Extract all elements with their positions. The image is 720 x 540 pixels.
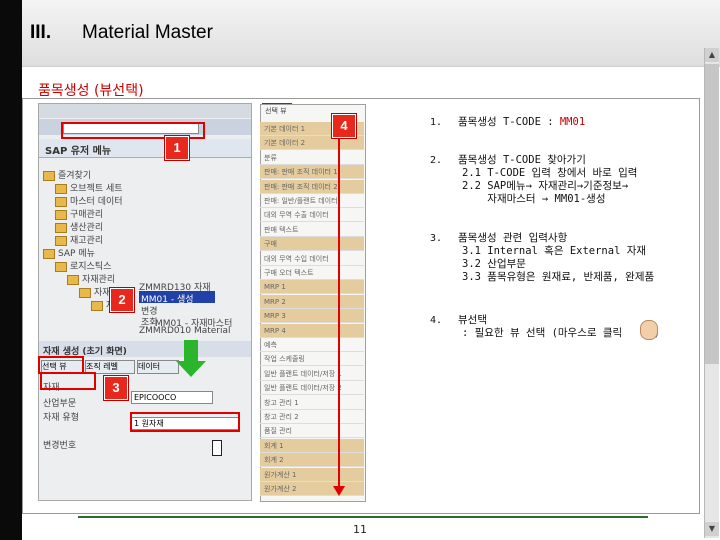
scroll-down-arrow-line [338,118,340,490]
view-list-item[interactable]: MRP 2 [260,294,364,309]
instruction-line: 2.2 SAP메뉴→ 자재관리→기준정보→ [462,180,629,192]
tree-item[interactable]: 구매관리 [55,207,103,220]
view-list-item[interactable]: 판매: 판매 조직 데이터 2 [260,179,364,194]
folder-icon [55,235,67,246]
instruction-line: 3.2 산업부문 [462,258,526,270]
instruction-line: 품목생성 관련 입력사항 [458,232,568,244]
tree-item[interactable]: 로지스틱스 [55,259,111,272]
view-list-item[interactable]: 구매 오더 텍스트 [260,266,364,280]
sap-screen-title: SAP 유저 메뉴 [45,146,112,157]
folder-icon [91,300,103,311]
step-badge-3: 3 [104,376,128,400]
view-list-item[interactable]: 판매: 판매 조직 데이터 1 [260,165,364,180]
view-list-item[interactable]: 회계 1 [260,438,364,453]
select-view-button-highlight [40,372,96,390]
view-list-item[interactable]: 일반 플랜트 데이터/저장 2 [260,381,364,396]
mouse-cursor-icon [212,440,222,456]
view-list-item[interactable]: 작업 스케줄링 [260,352,364,367]
instruction-line: 품목생성 T-CODE : MM01 [458,116,586,128]
folder-icon [43,248,55,259]
step-badge-4: 4 [332,114,356,138]
view-list-item[interactable]: 판매: 일반/플랜트 데이터 [260,194,364,208]
scroll-thumb[interactable] [705,64,719,364]
instruction-line: 3.3 품목유형은 원재료, 반제품, 완제품 [462,271,655,283]
folder-icon [55,222,67,233]
tree-item[interactable]: SAP 메뉴 [43,246,95,259]
view-list-item[interactable]: 원가계산 1 [260,467,364,482]
transaction-item[interactable]: ZMMRD010 Material [139,326,231,336]
tree-item[interactable]: 마스터 데이터 [55,194,123,207]
page-number: 11 [353,523,367,536]
instruction-line: 2.1 T-CODE 입력 창에서 바로 입력 [462,167,638,179]
tree-item[interactable]: 생산관리 [55,220,103,233]
view-list-item[interactable]: 대외 무역 수출 데이터 [260,208,364,223]
left-accent-stripe [0,0,22,540]
vertical-scrollbar[interactable]: ▲ ▼ [704,48,719,538]
hand-click-icon [640,320,658,340]
instruction-number: 3. [430,233,443,244]
instruction-list: 1. 품목생성 T-CODE : MM01 2. 품목생성 T-CODE 찾아가… [430,106,700,346]
view-list-header-chip: 선택 뷰 [265,107,287,115]
step-badge-1: 1 [165,136,189,160]
instruction-number: 2. [430,155,443,166]
view-list-item[interactable]: 대외 무역 수입 데이터 [260,252,364,266]
instruction-line: 뷰선택 [458,314,487,326]
green-arrow-shaft [184,340,198,362]
folder-icon [43,170,55,181]
scroll-down-arrow-head-icon [333,486,345,496]
view-list-item[interactable]: 판매 텍스트 [260,223,364,237]
view-list-item[interactable]: MRP 1 [260,280,364,295]
slide-subtitle: 품목생성 (뷰선택) [38,83,144,99]
material-type-highlight [130,412,240,432]
tree-item[interactable]: 오브젝트 세트 [55,181,123,194]
folder-icon [55,261,67,272]
scroll-down-icon[interactable]: ▼ [705,522,719,536]
section-title: Material Master [82,22,213,43]
tab-data[interactable]: 데이터 [137,360,179,374]
material-field[interactable]: EPICOOCO [131,391,213,404]
view-list-item[interactable]: 예측 [260,338,364,352]
field-label: 변경번호 [43,441,77,451]
view-list-item[interactable]: 회계 2 [260,453,364,468]
sap-menubar[interactable] [39,104,251,118]
footer-line [78,516,648,518]
tree-item[interactable]: 즐겨찾기 [43,168,91,181]
tree-item[interactable]: 재고관리 [55,233,103,246]
folder-icon [55,183,67,194]
view-list-item[interactable]: 품질 관리 [260,424,364,439]
folder-icon [67,274,79,285]
step-badge-2: 2 [110,288,134,312]
view-list-item[interactable]: 구매 [260,237,364,252]
view-list-item[interactable]: MRP 4 [260,323,364,338]
instruction-number: 4. [430,315,443,326]
view-list-item[interactable]: 분류 [260,151,364,165]
field-label: 자재 유형 [43,413,79,423]
view-list-item[interactable]: 원가계산 2 [260,482,364,496]
tcode-highlight: MM01 [559,116,586,128]
tree-item[interactable]: 자재관리 [67,272,115,285]
view-list-item[interactable]: MRP 3 [260,309,364,324]
view-list-rows: 기본 데이터 1 기본 데이터 2 분류 판매: 판매 조직 데이터 1 판매: 판매 … [260,122,364,498]
section-number: III. [30,22,52,43]
view-list-item[interactable]: 창고 관리 1 [260,396,364,410]
instruction-line: 3.1 Internal 혹은 External 자재 [462,245,647,257]
view-list-item[interactable]: 창고 관리 2 [260,410,364,424]
view-list-item[interactable]: 일반 플랜트 데이터/저장 1 [260,367,364,381]
instruction-line: 자재마스터 → MM01-생성 [462,193,606,205]
instruction-number: 1. [430,117,443,128]
scroll-up-icon[interactable]: ▲ [705,48,719,62]
view-list-item[interactable]: 기본 데이터 2 [260,136,364,151]
instruction-line: 품목생성 T-CODE 찾아가기 [458,154,586,166]
field-label: 산업부문 [43,399,77,409]
instruction-line: : 필요한 뷰 선택 (마우스로 클릭 ) [462,327,661,339]
folder-icon [55,196,67,207]
folder-icon [55,209,67,220]
folder-icon [79,287,91,298]
green-arrow-down-icon [176,361,206,377]
